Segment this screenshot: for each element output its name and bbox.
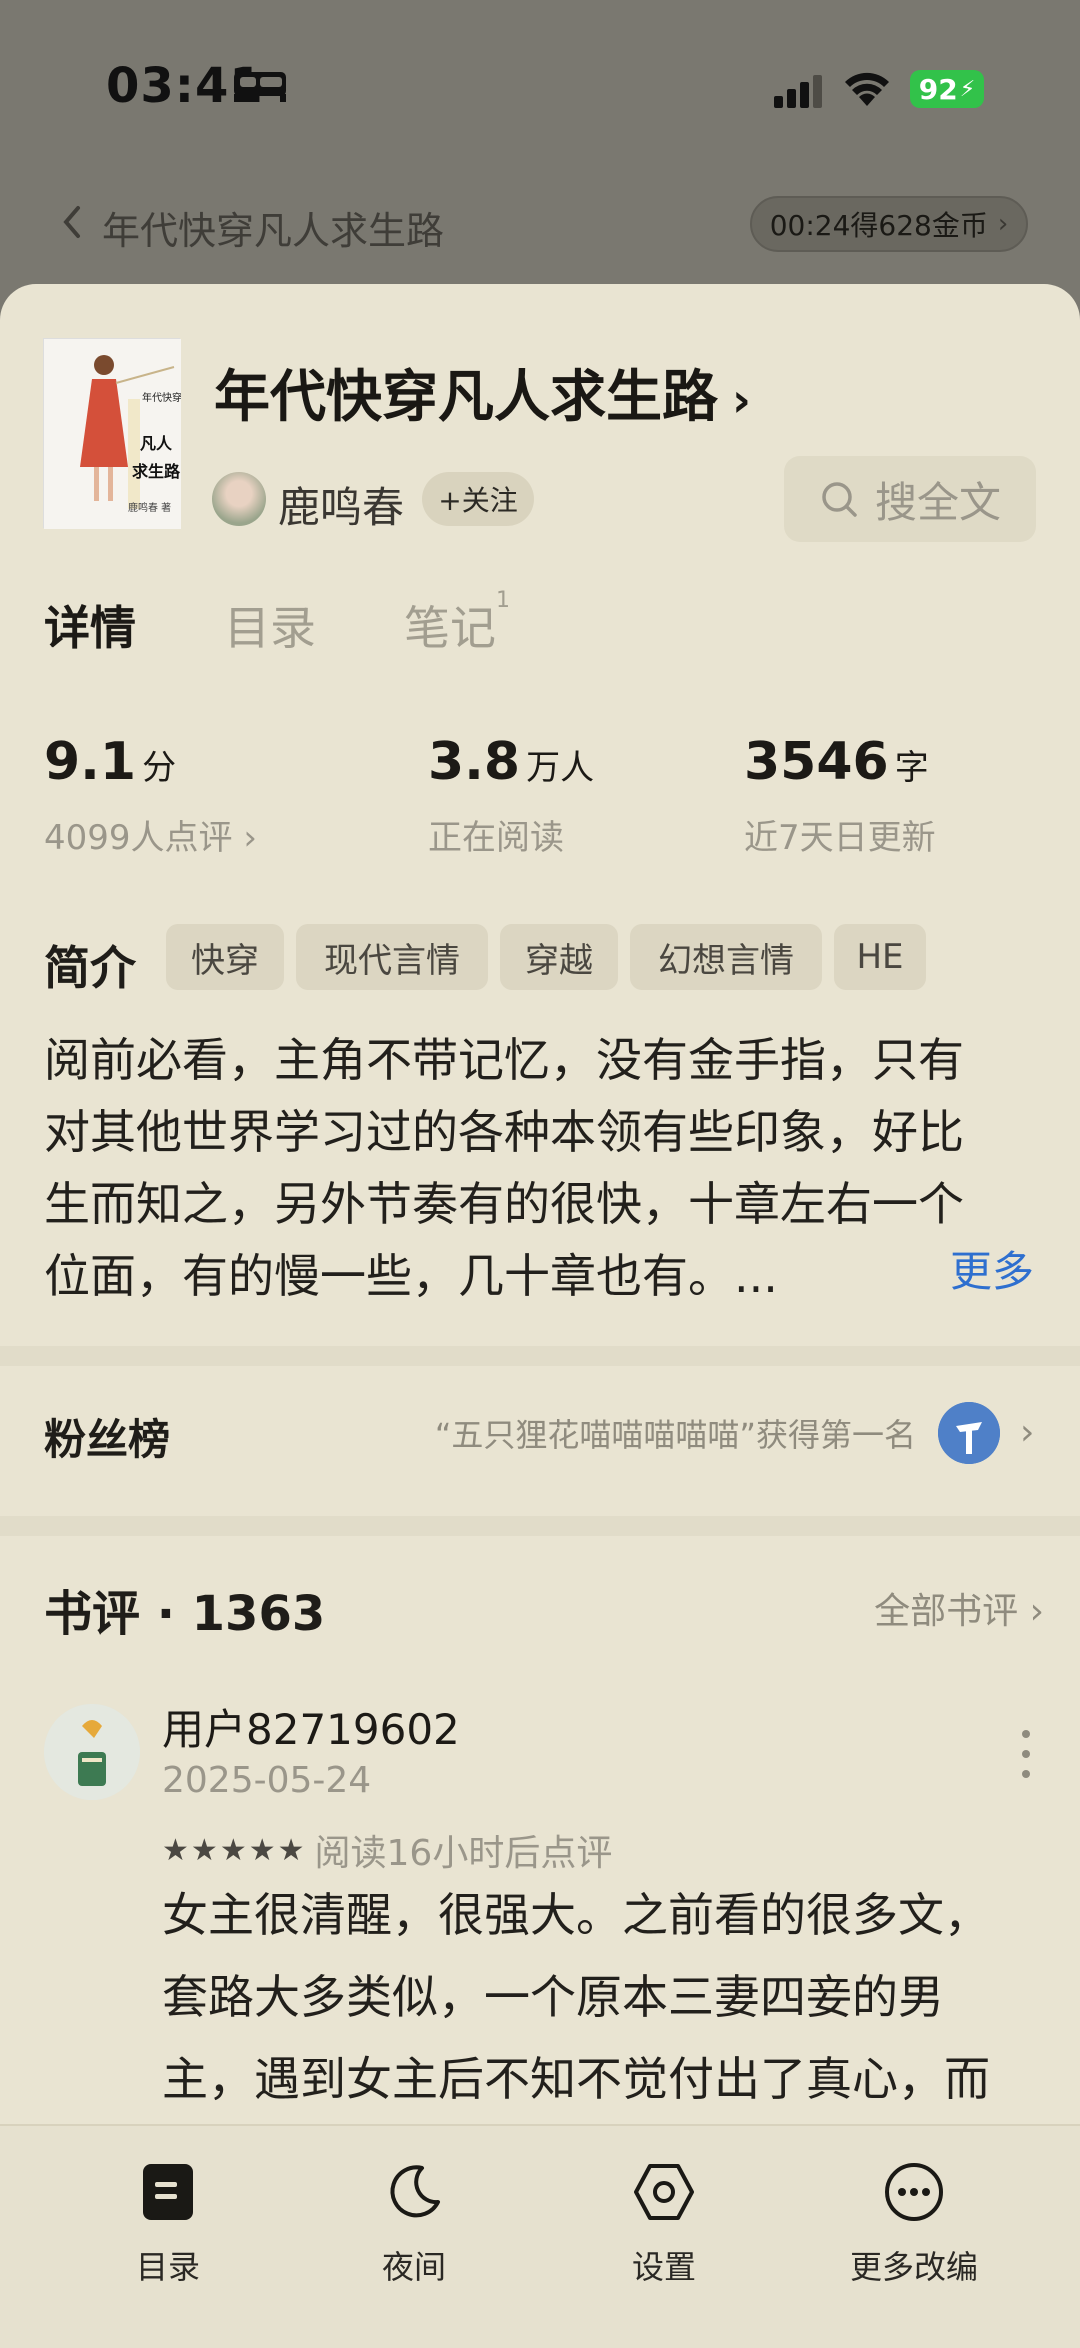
star-icon: ★	[162, 1832, 189, 1868]
tab-toc[interactable]: 目录	[224, 592, 316, 656]
section-divider	[0, 1516, 1080, 1536]
fans-ranking-note[interactable]: “五只狸花喵喵喵喵喵”获得第一名	[435, 1410, 916, 1456]
update-label: 近7天日更新	[744, 818, 936, 858]
settings-icon	[634, 2164, 694, 2220]
nav-settings-label: 设置	[631, 2248, 696, 2286]
chevron-right-icon[interactable]: ›	[1020, 1412, 1034, 1453]
rating-unit: 分	[142, 748, 177, 788]
battery-indicator: 92 ⚡	[910, 70, 984, 108]
intro-label: 简介	[44, 941, 136, 995]
intro-line: 阅前必看，主角不带记忆，没有金手指，只有	[44, 1033, 964, 1087]
stat-rating[interactable]: 9.1 分 4099人点评 ›	[44, 732, 257, 859]
book-title-text: 年代快穿凡人求生路	[214, 365, 718, 430]
review-line: 女主很清醒，很强大。之前看的很多文，	[162, 1888, 990, 1942]
reader-header: 年代快穿凡人求生路 00:24得628金币 ›	[0, 180, 1080, 280]
svg-text:求生路: 求生路	[132, 462, 181, 481]
tag-chip[interactable]: 快穿	[166, 924, 284, 990]
wifi-icon	[845, 72, 889, 106]
book-detail-sheet: 年代快穿 凡人 求生路 鹿鸣春 著 年代快穿凡人求生路 › 鹿鸣春 +关注 搜全文…	[0, 284, 1080, 2348]
chevron-right-icon: ›	[997, 209, 1009, 239]
review-note: 阅读16小时后点评	[314, 1833, 613, 1874]
nav-toc-button[interactable]: 目录	[68, 2156, 268, 2288]
review-text[interactable]: 女主很清醒，很强大。之前看的很多文， 套路大多类似，一个原本三妻四妾的男 主，遇…	[162, 1874, 1042, 2120]
author-name[interactable]: 鹿鸣春	[278, 474, 404, 535]
star-icon: ★	[190, 1832, 218, 1868]
fan-avatar-image	[938, 1402, 1000, 1464]
coin-reward-pill[interactable]: 00:24得628金币 ›	[750, 196, 1028, 252]
svg-text:鹿鸣春 著: 鹿鸣春 著	[128, 501, 171, 514]
svg-text:年代快穿: 年代快穿	[142, 391, 181, 404]
status-bar: 03:41 92 ⚡	[0, 0, 1080, 170]
star-icon: ★	[248, 1832, 276, 1868]
chevron-right-icon: ›	[732, 373, 751, 427]
nav-night-label: 夜间	[381, 2248, 446, 2286]
sleep-focus-icon	[234, 72, 286, 102]
search-icon	[822, 482, 857, 517]
toc-icon	[143, 2164, 193, 2220]
notes-count: 1	[496, 588, 510, 613]
bottom-toolbar: 目录 夜间 设置 更多改编	[0, 2124, 1080, 2348]
reviews-header: 书评 · 1363	[44, 1586, 326, 1642]
tag-chip[interactable]: 现代言情	[296, 924, 488, 990]
star-icon: ★	[219, 1832, 247, 1868]
nav-more-label: 更多改编	[849, 2248, 978, 2286]
moon-icon	[390, 2165, 440, 2218]
review-line: 套路大多类似，一个原本三妻四妾的男	[162, 1970, 944, 2024]
reviewer-avatar[interactable]	[44, 1704, 140, 1800]
review-rating: ★ ★ ★ ★ ★ 阅读16小时后点评	[162, 1824, 612, 1876]
search-fulltext-label: 搜全文	[874, 477, 1001, 527]
readers-label: 正在阅读	[428, 818, 564, 858]
intro-more-link[interactable]: 更多	[950, 1238, 1034, 1299]
rating-value: 9.1	[44, 732, 137, 792]
coin-timer-text: 00:24得628金币	[769, 209, 988, 242]
words-value: 3546	[744, 732, 889, 792]
review-date: 2025-05-24	[162, 1760, 372, 1801]
nav-night-button[interactable]: 夜间	[314, 2156, 514, 2288]
svg-text:凡人: 凡人	[140, 434, 173, 453]
rating-count: 4099人点评 ›	[44, 818, 257, 858]
tag-chip[interactable]: 穿越	[500, 924, 618, 990]
tag-chip[interactable]: 幻想言情	[630, 924, 822, 990]
star-icon: ★	[277, 1832, 305, 1868]
more-icon	[885, 2163, 943, 2221]
tab-detail[interactable]: 详情	[44, 592, 136, 656]
reviewer-name[interactable]: 用户82719602	[162, 1696, 460, 1757]
intro-line: 生而知之，另外节奏有的很快，十章左右一个	[44, 1177, 964, 1231]
top-fan-avatar[interactable]	[938, 1402, 1000, 1464]
book-cover[interactable]: 年代快穿 凡人 求生路 鹿鸣春 著	[43, 338, 182, 529]
review-line: 主，遇到女主后不知不觉付出了真心，而	[162, 2052, 990, 2106]
all-reviews-link[interactable]: 全部书评 ›	[874, 1582, 1044, 1634]
battery-level: 92	[918, 72, 958, 106]
more-options-icon[interactable]	[1014, 1724, 1038, 1784]
intro-line: 位面，有的慢一些，几十章也有。...	[44, 1249, 778, 1303]
tag-chip[interactable]: HE	[834, 924, 926, 990]
fans-ranking-label[interactable]: 粉丝榜	[44, 1406, 170, 1467]
search-fulltext-button[interactable]: 搜全文	[784, 456, 1036, 542]
tab-notes[interactable]: 笔记 1	[404, 588, 510, 656]
book-title[interactable]: 年代快穿凡人求生路 ›	[214, 352, 751, 433]
follow-button[interactable]: +关注	[422, 472, 534, 526]
words-unit: 字	[894, 748, 929, 788]
detail-tabs: 详情 目录 笔记 1	[44, 588, 584, 656]
stat-words: 3546 字 近7天日更新	[744, 732, 936, 859]
nav-more-button[interactable]: 更多改编	[814, 2156, 1014, 2288]
tab-notes-label: 笔记	[404, 601, 496, 655]
cellular-signal-icon	[774, 75, 822, 108]
intro-text[interactable]: 阅前必看，主角不带记忆，没有金手指，只有 对其他世界学习过的各种本领有些印象，好…	[44, 1024, 1044, 1312]
reader-book-title[interactable]: 年代快穿凡人求生路	[102, 200, 444, 255]
section-divider	[0, 1346, 1080, 1366]
readers-unit: 万人	[526, 748, 595, 788]
reviewer-avatar-image	[44, 1704, 140, 1800]
nav-toc-label: 目录	[135, 2248, 200, 2286]
stat-readers: 3.8 万人 正在阅读	[428, 732, 594, 859]
back-chevron-icon[interactable]	[58, 202, 88, 242]
readers-value: 3.8	[428, 732, 521, 792]
nav-settings-button[interactable]: 设置	[564, 2156, 764, 2288]
author-avatar[interactable]	[212, 472, 266, 526]
cover-illustration: 年代快穿 凡人 求生路 鹿鸣春 著	[44, 339, 182, 529]
intro-line: 对其他世界学习过的各种本领有些印象，好比	[44, 1105, 964, 1159]
